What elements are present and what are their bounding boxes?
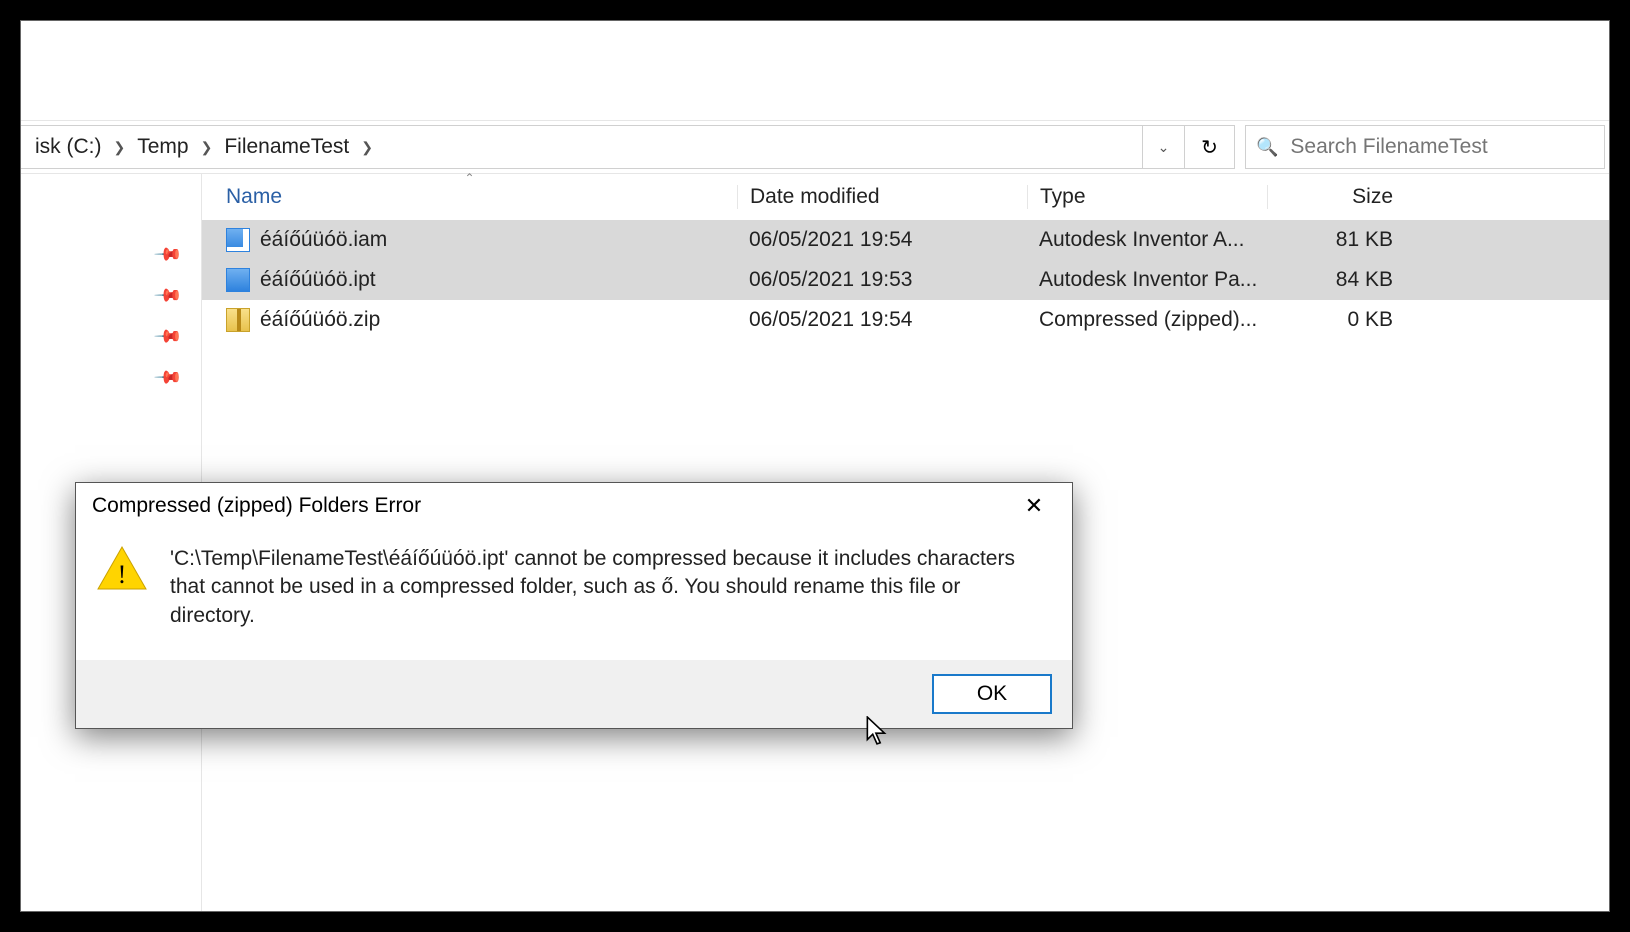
column-header-name-label: Name <box>226 185 282 208</box>
file-size: 0 KB <box>1267 308 1417 332</box>
search-input[interactable] <box>1290 135 1594 159</box>
table-row[interactable]: éáíőúüóö.zip 06/05/2021 19:54Compressed (… <box>202 300 1609 340</box>
explorer-window: isk (C:) ❯ Temp ❯ FilenameTest ❯ ⌄ ↻ 🔍 📌… <box>20 20 1610 912</box>
chevron-right-icon[interactable]: ❯ <box>114 139 126 156</box>
ipt-file-icon <box>226 268 250 292</box>
pinned-item[interactable]: 📌 <box>21 234 201 275</box>
table-row[interactable]: éáíőúüóö.iam 06/05/2021 19:54Autodesk Inv… <box>202 220 1609 260</box>
column-headers: ⌃ Name Date modified Type Size <box>202 174 1609 220</box>
pin-icon: 📌 <box>152 362 183 393</box>
pin-icon: 📌 <box>152 239 183 270</box>
breadcrumb-dropdown[interactable]: ⌄ <box>1143 125 1185 169</box>
chevron-right-icon[interactable]: ❯ <box>361 139 373 156</box>
file-type: Autodesk Inventor A... <box>1027 228 1267 252</box>
search-icon: 🔍 <box>1256 137 1278 158</box>
pinned-item[interactable]: 📌 <box>21 316 201 357</box>
file-date: 06/05/2021 19:53 <box>737 268 1027 292</box>
refresh-icon: ↻ <box>1201 135 1218 160</box>
refresh-button[interactable]: ↻ <box>1185 125 1235 169</box>
address-bar-row: isk (C:) ❯ Temp ❯ FilenameTest ❯ ⌄ ↻ 🔍 <box>21 121 1609 174</box>
chevron-right-icon[interactable]: ❯ <box>201 139 213 156</box>
pin-icon: 📌 <box>152 321 183 352</box>
column-header-date[interactable]: Date modified <box>737 185 1027 209</box>
file-date: 06/05/2021 19:54 <box>737 228 1027 252</box>
file-type: Autodesk Inventor Pa... <box>1027 268 1267 292</box>
error-dialog: Compressed (zipped) Folders Error ✕ ! 'C… <box>75 482 1073 729</box>
dialog-message: 'C:\Temp\FilenameTest\éáíőúüóö.ipt' cann… <box>170 545 1040 630</box>
ribbon-area <box>21 21 1609 121</box>
iam-file-icon <box>226 228 250 252</box>
breadcrumb-seg-drive[interactable]: isk (C:) <box>29 131 108 163</box>
dialog-titlebar: Compressed (zipped) Folders Error ✕ <box>76 483 1072 529</box>
dialog-title: Compressed (zipped) Folders Error <box>92 494 421 518</box>
column-header-name[interactable]: ⌃ Name <box>202 185 737 209</box>
close-button[interactable]: ✕ <box>1014 493 1054 519</box>
dialog-body: ! 'C:\Temp\FilenameTest\éáíőúüóö.ipt' ca… <box>76 529 1072 660</box>
pinned-item[interactable]: 📌 <box>21 357 201 398</box>
file-size: 84 KB <box>1267 268 1417 292</box>
sort-ascending-icon: ⌃ <box>464 171 474 185</box>
table-row[interactable]: éáíőúüóö.ipt 06/05/2021 19:53Autodesk Inv… <box>202 260 1609 300</box>
search-box[interactable]: 🔍 <box>1245 125 1605 169</box>
svg-text:!: ! <box>118 560 127 589</box>
chevron-down-icon: ⌄ <box>1158 139 1170 156</box>
file-type: Compressed (zipped)... <box>1027 308 1267 332</box>
pin-icon: 📌 <box>152 280 183 311</box>
breadcrumb-seg-filenametest[interactable]: FilenameTest <box>218 131 355 163</box>
zip-file-icon <box>226 308 250 332</box>
column-header-type[interactable]: Type <box>1027 185 1267 209</box>
file-size: 81 KB <box>1267 228 1417 252</box>
file-name: éáíőúüóö.iam <box>260 228 387 252</box>
ok-button[interactable]: OK <box>932 674 1052 714</box>
pinned-item[interactable]: 📌 <box>21 275 201 316</box>
breadcrumb[interactable]: isk (C:) ❯ Temp ❯ FilenameTest ❯ <box>20 125 1143 169</box>
file-name: éáíőúüóö.zip <box>260 308 380 332</box>
file-date: 06/05/2021 19:54 <box>737 308 1027 332</box>
warning-icon: ! <box>96 545 148 591</box>
close-icon: ✕ <box>1025 493 1043 518</box>
file-name: éáíőúüóö.ipt <box>260 268 376 292</box>
breadcrumb-seg-temp[interactable]: Temp <box>131 131 194 163</box>
dialog-footer: OK <box>76 660 1072 728</box>
column-header-size[interactable]: Size <box>1267 185 1417 209</box>
